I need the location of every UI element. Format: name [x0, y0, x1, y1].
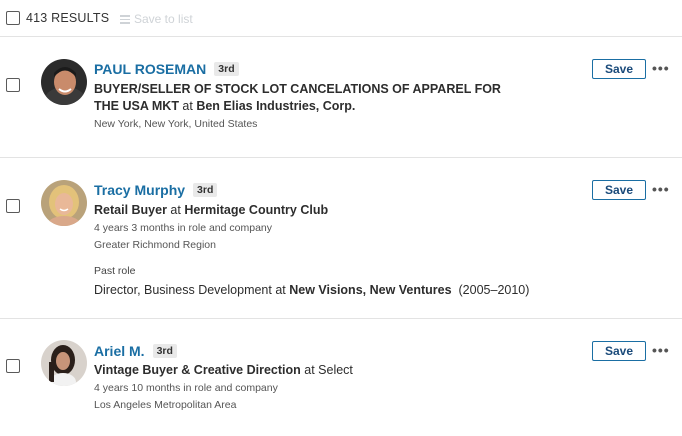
profile-headline: BUYER/SELLER OF STOCK LOT CANCELATIONS O… [94, 81, 514, 115]
more-options-icon[interactable]: ••• [652, 181, 670, 197]
headline-company: Select [318, 363, 353, 377]
location-text: Greater Richmond Region [94, 239, 216, 251]
save-button[interactable]: Save [592, 180, 646, 200]
past-role-text: Director, Business Development at New Vi… [94, 283, 529, 297]
location-text: Los Angeles Metropolitan Area [94, 399, 237, 411]
result-select-checkbox[interactable] [6, 199, 20, 213]
results-toolbar: 413 RESULTS Save to list [0, 0, 682, 37]
save-to-list-button[interactable]: Save to list [120, 12, 193, 26]
result-select-checkbox[interactable] [6, 78, 20, 92]
result-card: PAUL ROSEMAN 3rd BUYER/SELLER OF STOCK L… [0, 38, 682, 158]
location-text: New York, New York, United States [94, 118, 258, 130]
profile-photo[interactable] [41, 59, 87, 105]
more-options-icon[interactable]: ••• [652, 342, 670, 358]
profile-photo[interactable] [41, 340, 87, 386]
past-role-title: Director, Business Development at [94, 283, 290, 297]
save-button[interactable]: Save [592, 59, 646, 79]
tenure-text: 4 years 10 months in role and company [94, 382, 278, 394]
headline-connector: at [166, 203, 185, 217]
list-icon [120, 15, 130, 24]
profile-headline: Vintage Buyer & Creative Direction at Se… [94, 362, 353, 379]
profile-photo[interactable] [41, 180, 87, 226]
connection-degree-badge: 3rd [152, 344, 177, 358]
select-all-checkbox[interactable] [6, 11, 20, 25]
save-button[interactable]: Save [592, 341, 646, 361]
profile-headline: Retail Buyer at Hermitage Country Club [94, 202, 328, 219]
tenure-text: 4 years 3 months in role and company [94, 222, 273, 234]
headline-company: Hermitage Country Club [184, 203, 329, 217]
profile-name-link[interactable]: Ariel M. [94, 343, 145, 359]
results-count: 413 RESULTS [26, 11, 110, 25]
headline-role: Retail Buyer [94, 203, 167, 217]
past-role-label: Past role [94, 265, 136, 277]
headline-company: Ben Elias Industries, Corp. [196, 99, 356, 113]
connection-degree-badge: 3rd [214, 62, 239, 76]
result-card: Ariel M. 3rd Vintage Buyer & Creative Di… [0, 319, 682, 436]
past-role-company: New Visions, New Ventures [289, 283, 452, 297]
profile-name-link[interactable]: Tracy Murphy [94, 182, 185, 198]
result-card: Tracy Murphy 3rd Retail Buyer at Hermita… [0, 158, 682, 319]
headline-connector: at [178, 99, 197, 113]
more-options-icon[interactable]: ••• [652, 60, 670, 76]
connection-degree-badge: 3rd [193, 183, 218, 197]
result-select-checkbox[interactable] [6, 359, 20, 373]
headline-role: Vintage Buyer & Creative Direction [94, 363, 301, 377]
profile-name-link[interactable]: PAUL ROSEMAN [94, 61, 206, 77]
past-role-years: (2005–2010) [451, 283, 530, 297]
save-to-list-label: Save to list [134, 12, 193, 26]
headline-connector: at [300, 363, 319, 377]
